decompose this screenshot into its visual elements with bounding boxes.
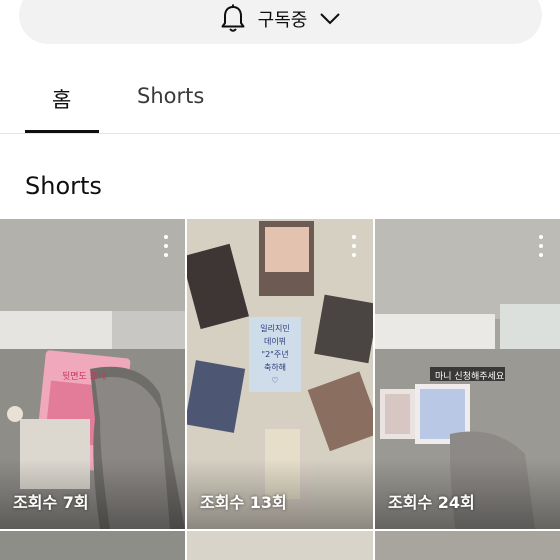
subscribe-button[interactable]: 구독중 bbox=[19, 0, 542, 44]
short-card[interactable]: 마니 신청해주세요 조회수 24회 bbox=[375, 219, 560, 529]
more-options-icon[interactable] bbox=[536, 235, 546, 257]
more-options-icon[interactable] bbox=[161, 235, 171, 257]
bell-icon bbox=[221, 4, 245, 32]
chevron-down-icon bbox=[320, 13, 341, 25]
tab-home[interactable]: 홈 bbox=[52, 84, 71, 114]
short-card[interactable]: 일리지민 데이뷔 "2"주년 축하해 ♡ 조회수 13회 bbox=[187, 219, 373, 529]
short-views: 조회수 24회 bbox=[388, 493, 475, 512]
short-overlay-text: 마니 신청해주세요 bbox=[435, 372, 505, 382]
short-card[interactable]: 뒷면도 조네 조회수 7회 bbox=[0, 219, 185, 529]
more-options-icon[interactable] bbox=[349, 235, 359, 257]
short-card-partial[interactable] bbox=[0, 531, 185, 560]
tab-shorts[interactable]: Shorts bbox=[137, 84, 204, 108]
short-views: 조회수 13회 bbox=[200, 493, 287, 512]
short-overlay-text: 뒷면도 조네 bbox=[62, 372, 107, 382]
short-card-partial[interactable] bbox=[375, 531, 560, 560]
note-card: 일리지민 데이뷔 "2"주년 축하해 ♡ bbox=[260, 324, 290, 385]
section-title: Shorts bbox=[25, 172, 102, 200]
short-card-partial[interactable] bbox=[187, 531, 373, 560]
channel-tabs: 홈 Shorts bbox=[0, 64, 560, 134]
short-views: 조회수 7회 bbox=[13, 493, 89, 512]
tab-selected-indicator bbox=[25, 130, 99, 133]
subscribe-label: 구독중 bbox=[257, 10, 308, 31]
